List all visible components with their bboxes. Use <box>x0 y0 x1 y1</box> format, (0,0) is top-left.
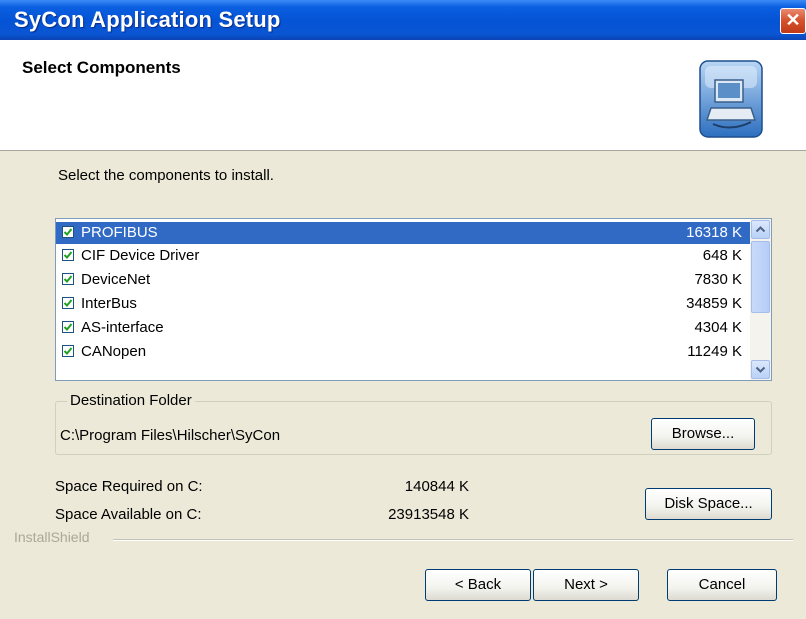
scroll-down-button[interactable] <box>751 360 770 379</box>
component-name: InterBus <box>81 295 137 312</box>
destination-folder-label: Destination Folder <box>67 392 195 409</box>
component-size: 7830 K <box>694 271 742 288</box>
back-button[interactable]: < Back <box>425 569 531 601</box>
vertical-scrollbar[interactable] <box>750 219 771 380</box>
checkbox[interactable] <box>62 345 74 357</box>
chevron-down-icon <box>755 366 766 373</box>
browse-button[interactable]: Browse... <box>651 418 755 450</box>
components-list[interactable]: PROFIBUS 16318 K CIF Device Driver 648 K… <box>55 218 772 381</box>
space-required-label: Space Required on C: <box>55 478 203 495</box>
title-bar[interactable]: SyCon Application Setup ✕ <box>0 0 806 40</box>
component-size: 16318 K <box>686 224 742 241</box>
checkbox[interactable] <box>62 297 74 309</box>
computer-setup-icon <box>699 60 763 138</box>
checkbox[interactable] <box>62 321 74 333</box>
component-name: CIF Device Driver <box>81 247 200 264</box>
space-required-value: 140844 K <box>404 478 469 495</box>
scroll-up-button[interactable] <box>751 220 770 239</box>
checkbox[interactable] <box>62 249 74 261</box>
close-button[interactable]: ✕ <box>780 8 806 34</box>
component-size: 4304 K <box>694 319 742 336</box>
next-button[interactable]: Next > <box>533 569 639 601</box>
cancel-button[interactable]: Cancel <box>667 569 777 601</box>
checkbox[interactable] <box>62 273 74 285</box>
component-name: CANopen <box>81 343 147 360</box>
list-item[interactable]: CANopen 11249 K <box>56 341 750 363</box>
header-panel: Select Components <box>0 40 806 151</box>
list-item[interactable]: CIF Device Driver 648 K <box>56 245 750 267</box>
disk-space-button[interactable]: Disk Space... <box>645 488 772 520</box>
component-name: PROFIBUS <box>81 224 158 241</box>
scroll-thumb[interactable] <box>751 241 770 313</box>
close-icon: ✕ <box>785 10 801 30</box>
space-available-value: 23913548 K <box>388 506 469 523</box>
separator <box>113 539 793 541</box>
installshield-label: InstallShield <box>14 529 90 545</box>
list-item[interactable]: PROFIBUS 16318 K <box>56 222 750 244</box>
component-name: AS-interface <box>81 319 164 336</box>
checkbox[interactable] <box>62 226 74 238</box>
component-name: DeviceNet <box>81 271 151 288</box>
component-size: 34859 K <box>686 295 742 312</box>
space-available-label: Space Available on C: <box>55 506 202 523</box>
list-item[interactable]: AS-interface 4304 K <box>56 317 750 339</box>
list-item[interactable]: DeviceNet 7830 K <box>56 269 750 291</box>
window-title: SyCon Application Setup <box>14 7 281 32</box>
chevron-up-icon <box>755 226 766 233</box>
component-size: 11249 K <box>687 343 742 360</box>
component-size: 648 K <box>702 247 742 264</box>
instruction-text: Select the components to install. <box>58 167 274 184</box>
page-title: Select Components <box>22 58 181 77</box>
destination-path: C:\Program Files\Hilscher\SyCon <box>60 427 281 444</box>
list-item[interactable]: InterBus 34859 K <box>56 293 750 315</box>
